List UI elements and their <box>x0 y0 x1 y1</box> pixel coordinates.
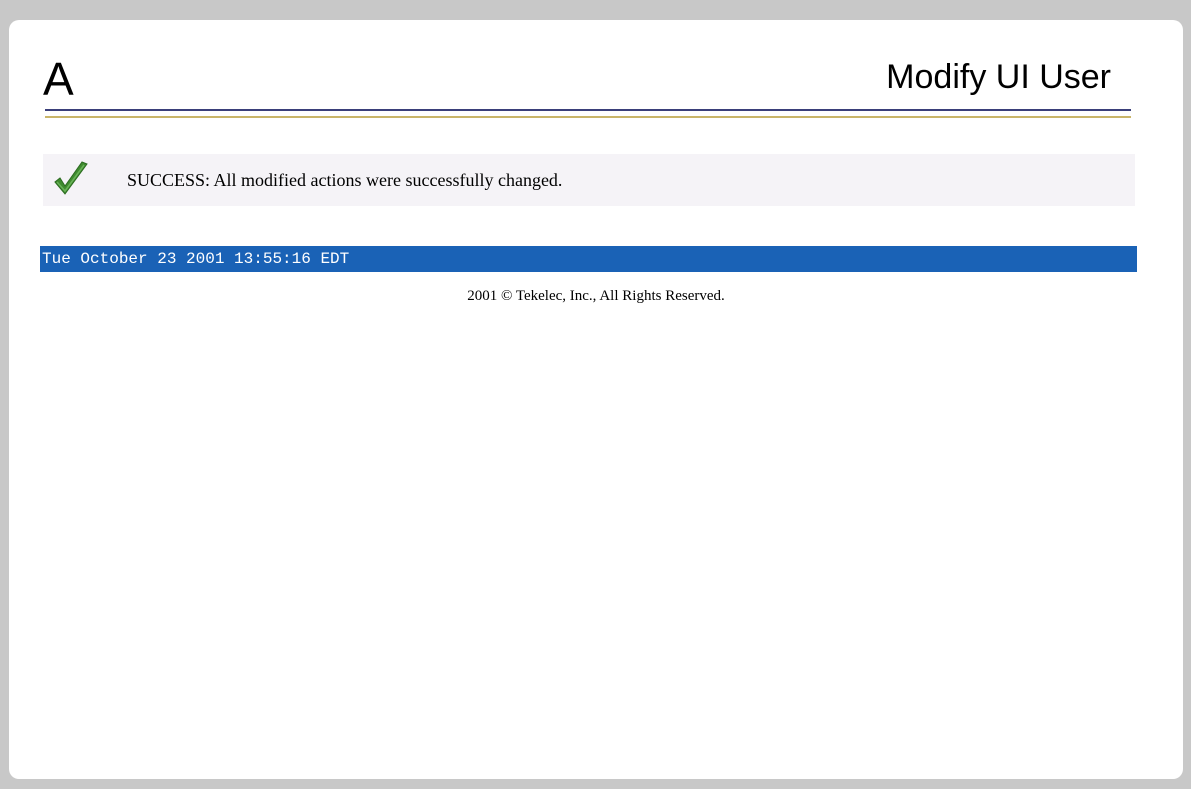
status-bar: Tue October 23 2001 13:55:16 EDT <box>40 246 1137 272</box>
header-letter: A <box>43 53 74 105</box>
success-message-bar: SUCCESS: All modified actions were succe… <box>43 154 1135 206</box>
check-icon <box>54 161 88 195</box>
header-rule-bottom <box>45 116 1131 118</box>
page-frame: A Modify UI User SUCCESS: All modified a… <box>9 20 1183 779</box>
success-message-text: SUCCESS: All modified actions were succe… <box>127 170 563 190</box>
timestamp: Tue October 23 2001 13:55:16 EDT <box>42 250 350 268</box>
copyright: 2001 © Tekelec, Inc., All Rights Reserve… <box>467 288 725 304</box>
page-title: Modify UI User <box>886 58 1111 96</box>
header-rule-top <box>45 109 1131 111</box>
